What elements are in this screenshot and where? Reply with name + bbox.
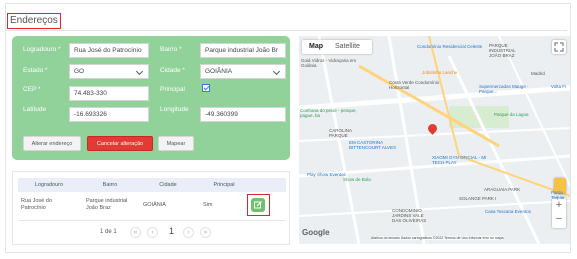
- map-label: Supermercados Mauge - Parque...: [479, 84, 529, 94]
- bairro-label: Bairro *: [160, 46, 182, 53]
- edit-row-button[interactable]: [247, 194, 270, 216]
- map-label: Play Show Eventos: [307, 172, 346, 177]
- map-label: Confraria do peixe - pesque, pague, ba: [300, 108, 357, 118]
- row-logradouro: Rua José do Patrocínio: [21, 198, 52, 211]
- last-page-icon[interactable]: »: [200, 227, 211, 238]
- map-view[interactable]: Map Satellite + − Condomínio Residencial…: [299, 36, 570, 244]
- longitude-field[interactable]: -49.360399: [200, 107, 286, 122]
- principal-label: Principal: [160, 86, 185, 93]
- latitude-field[interactable]: -16.693326: [69, 107, 149, 122]
- next-page-icon[interactable]: ›: [183, 227, 194, 238]
- principal-checkbox[interactable]: [202, 84, 210, 92]
- zoom-controls: + −: [552, 198, 566, 228]
- map-attribution[interactable]: Atalhos do teclado Dados cartográficos ©…: [371, 236, 504, 240]
- cidade-label: Cidade *: [160, 67, 185, 74]
- cep-label: CEP *: [23, 86, 41, 93]
- map-label: Show de Bola: [343, 177, 371, 182]
- address-form: Logradouro * Rua José do Patrocínio Bair…: [12, 36, 290, 160]
- map-label: EM CASTORINA BITTENCOURT ALVES: [349, 140, 397, 150]
- map-label: ARAGUAIA PARK: [484, 187, 521, 192]
- current-page[interactable]: 1: [169, 226, 174, 236]
- map-label: Parque da Lagoa: [494, 112, 529, 117]
- estado-label: Estado *: [23, 67, 48, 74]
- map-label: CAROLINA PARQUE: [329, 128, 352, 138]
- bairro-field[interactable]: Parque industrial João Br: [200, 43, 286, 58]
- row-principal: Sim: [203, 202, 213, 208]
- row-cidade: GOIÂNIA: [143, 202, 166, 208]
- map-type-tabs: Map Satellite: [302, 40, 372, 54]
- page-title: Endereços: [7, 13, 61, 29]
- column-cidade: Cidade: [159, 182, 177, 188]
- tab-map[interactable]: Map: [309, 40, 323, 54]
- map-label: PARQUE INDUSTRIAL JOÃO BRAZ: [489, 43, 516, 58]
- pagination-summary: 1 de 1: [100, 229, 117, 235]
- zoom-in-icon[interactable]: +: [552, 198, 566, 213]
- map-label: Madrid: [531, 71, 545, 76]
- cep-field[interactable]: 74.483-330: [69, 86, 149, 101]
- table-header: Logradouro Bairro Cidade Principal: [18, 178, 286, 192]
- map-label: CONDOMINIO JARDINS VALE DAS OLIVEIRAS: [392, 208, 427, 223]
- map-label: Volta Fi: [551, 84, 567, 89]
- title-divider: [7, 30, 567, 31]
- map-label: XIAOMI GYN OFICIAL - MI TECH PLAY: [432, 155, 487, 165]
- tab-satellite[interactable]: Satellite: [335, 40, 360, 54]
- map-label: Condomínio Residencial Celeste: [417, 44, 483, 49]
- map-label: Casa Toscana Eventos: [485, 209, 531, 214]
- column-principal: Principal: [213, 182, 235, 188]
- table-row: Rua José do Patrocínio Parque industrial…: [18, 193, 286, 221]
- row-bairro: Parque industrial João Braz: [86, 198, 128, 211]
- cidade-select[interactable]: GOIÂNIA: [200, 64, 286, 79]
- column-logradouro: Logradouro: [34, 182, 64, 188]
- google-logo: Google: [302, 228, 330, 237]
- latitude-label: Latitude: [23, 106, 47, 113]
- alterar-endereco-button[interactable]: Alterar endereço: [23, 136, 81, 151]
- longitude-label: Longitude: [160, 106, 189, 113]
- edit-icon: [251, 198, 265, 212]
- cancelar-alteracao-button[interactable]: Cancelar alteração: [87, 136, 153, 151]
- zoom-out-icon[interactable]: −: [552, 213, 566, 228]
- mapear-button[interactable]: Mapear: [158, 136, 194, 151]
- fullscreen-icon[interactable]: [552, 40, 566, 54]
- map-label: Goiá Vidros - Vidraçaria em Goiânia: [301, 58, 357, 68]
- column-bairro: Bairro: [102, 182, 118, 188]
- estado-select[interactable]: GO: [69, 64, 149, 79]
- map-label: Jobstinho Lanche: [422, 70, 458, 75]
- map-label: Costa Verde Condomínio Horizontal: [389, 80, 440, 90]
- logradouro-field[interactable]: Rua José do Patrocínio: [69, 43, 149, 58]
- map-label: SOLANGE PARK I: [459, 196, 497, 201]
- logradouro-label: Logradouro *: [23, 46, 61, 53]
- prev-page-icon[interactable]: ‹: [147, 227, 158, 238]
- first-page-icon[interactable]: «: [130, 227, 141, 238]
- map-label: Parqu Taquar: [551, 190, 565, 200]
